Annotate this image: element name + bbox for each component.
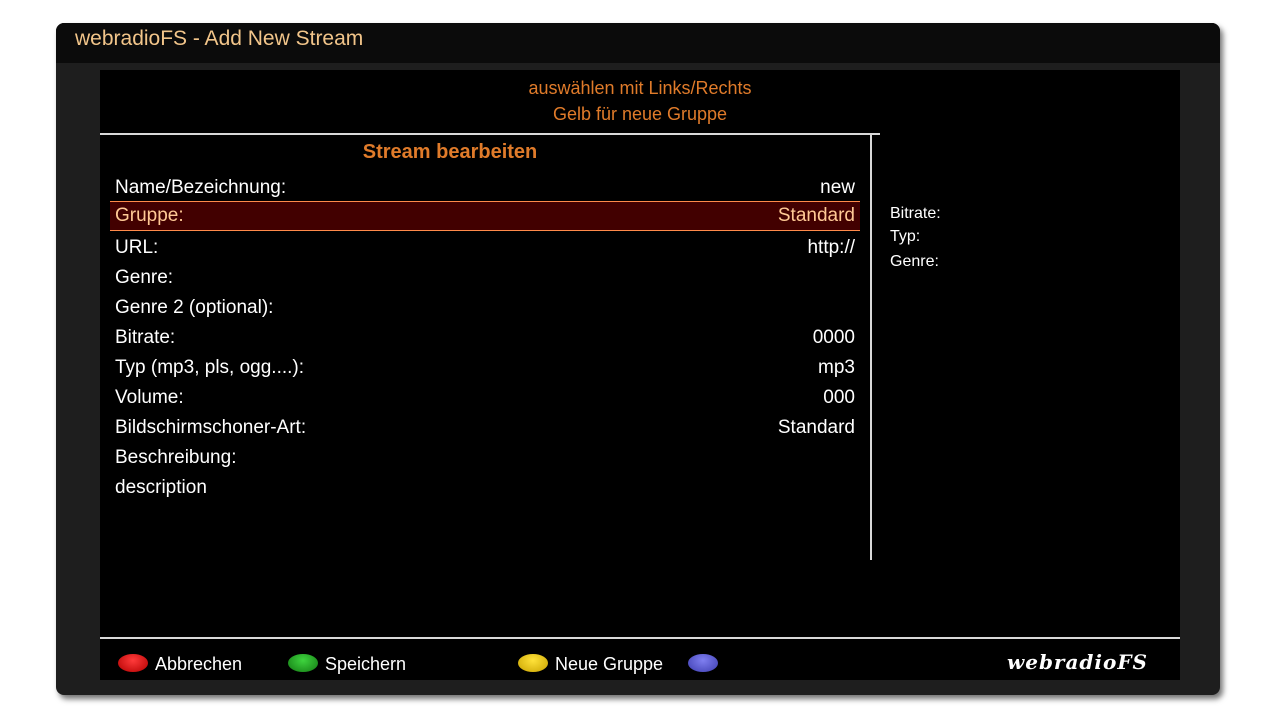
info-type: Typ: <box>890 228 921 245</box>
field-volume[interactable]: Volume: 000 <box>110 383 860 413</box>
yellow-key-icon <box>518 654 548 672</box>
field-description-text[interactable]: description <box>110 473 860 503</box>
field-value: 0000 <box>812 327 855 348</box>
field-genre-2[interactable]: Genre 2 (optional): <box>110 293 860 323</box>
green-button-label: Speichern <box>325 654 407 674</box>
bottom-divider <box>100 637 1180 639</box>
field-type[interactable]: Typ (mp3, pls, ogg....): mp3 <box>110 353 860 383</box>
info-genre: Genre: <box>890 253 939 270</box>
window-title: webradioFS - Add New Stream <box>75 27 364 50</box>
info-bitrate: Bitrate: <box>890 205 941 222</box>
hint-line-2: Gelb für neue Gruppe <box>552 104 728 124</box>
field-label: Name/Bezeichnung: <box>115 177 287 198</box>
field-bitrate[interactable]: Bitrate: 0000 <box>110 323 860 353</box>
field-group[interactable]: Gruppe: Standard <box>110 201 860 231</box>
field-label: Bildschirmschoner-Art: <box>115 417 307 438</box>
field-label: description <box>115 477 207 498</box>
field-label: Beschreibung: <box>115 447 237 468</box>
field-label: Gruppe: <box>115 205 184 226</box>
field-screensaver[interactable]: Bildschirmschoner-Art: Standard <box>110 413 860 443</box>
field-name[interactable]: Name/Bezeichnung: new <box>110 173 860 203</box>
field-url[interactable]: URL: http:// <box>110 233 860 263</box>
green-key-icon <box>288 654 318 672</box>
field-label: Bitrate: <box>115 327 176 348</box>
field-label: Volume: <box>115 387 184 408</box>
field-label: Genre 2 (optional): <box>115 297 274 318</box>
field-label: Typ (mp3, pls, ogg....): <box>115 357 305 378</box>
red-button-label: Abbrechen <box>155 654 243 674</box>
field-value: mp3 <box>818 357 855 378</box>
content-screen: auswählen mit Links/Rechts Gelb für neue… <box>100 70 1180 680</box>
field-label: Genre: <box>115 267 174 288</box>
top-divider <box>100 133 880 135</box>
field-label: URL: <box>115 237 159 258</box>
form-title: Stream bearbeiten <box>362 141 538 163</box>
main-window: webradioFS - Add New Stream auswählen mi… <box>56 23 1220 695</box>
webradiofs-logo: webradioFS <box>1007 650 1148 674</box>
blue-key-icon <box>688 654 718 672</box>
field-value: 000 <box>823 387 855 408</box>
yellow-button-label: Neue Gruppe <box>555 654 664 674</box>
field-value: new <box>820 177 855 198</box>
field-description[interactable]: Beschreibung: <box>110 443 860 473</box>
title-bar: webradioFS - Add New Stream <box>56 23 1220 63</box>
red-key-icon <box>118 654 148 672</box>
field-value: Standard <box>777 205 855 226</box>
field-value: Standard <box>777 417 855 438</box>
field-genre[interactable]: Genre: <box>110 263 860 293</box>
field-value: http:// <box>807 237 855 258</box>
hint-line-1: auswählen mit Links/Rechts <box>528 78 752 98</box>
vertical-divider <box>870 133 872 560</box>
